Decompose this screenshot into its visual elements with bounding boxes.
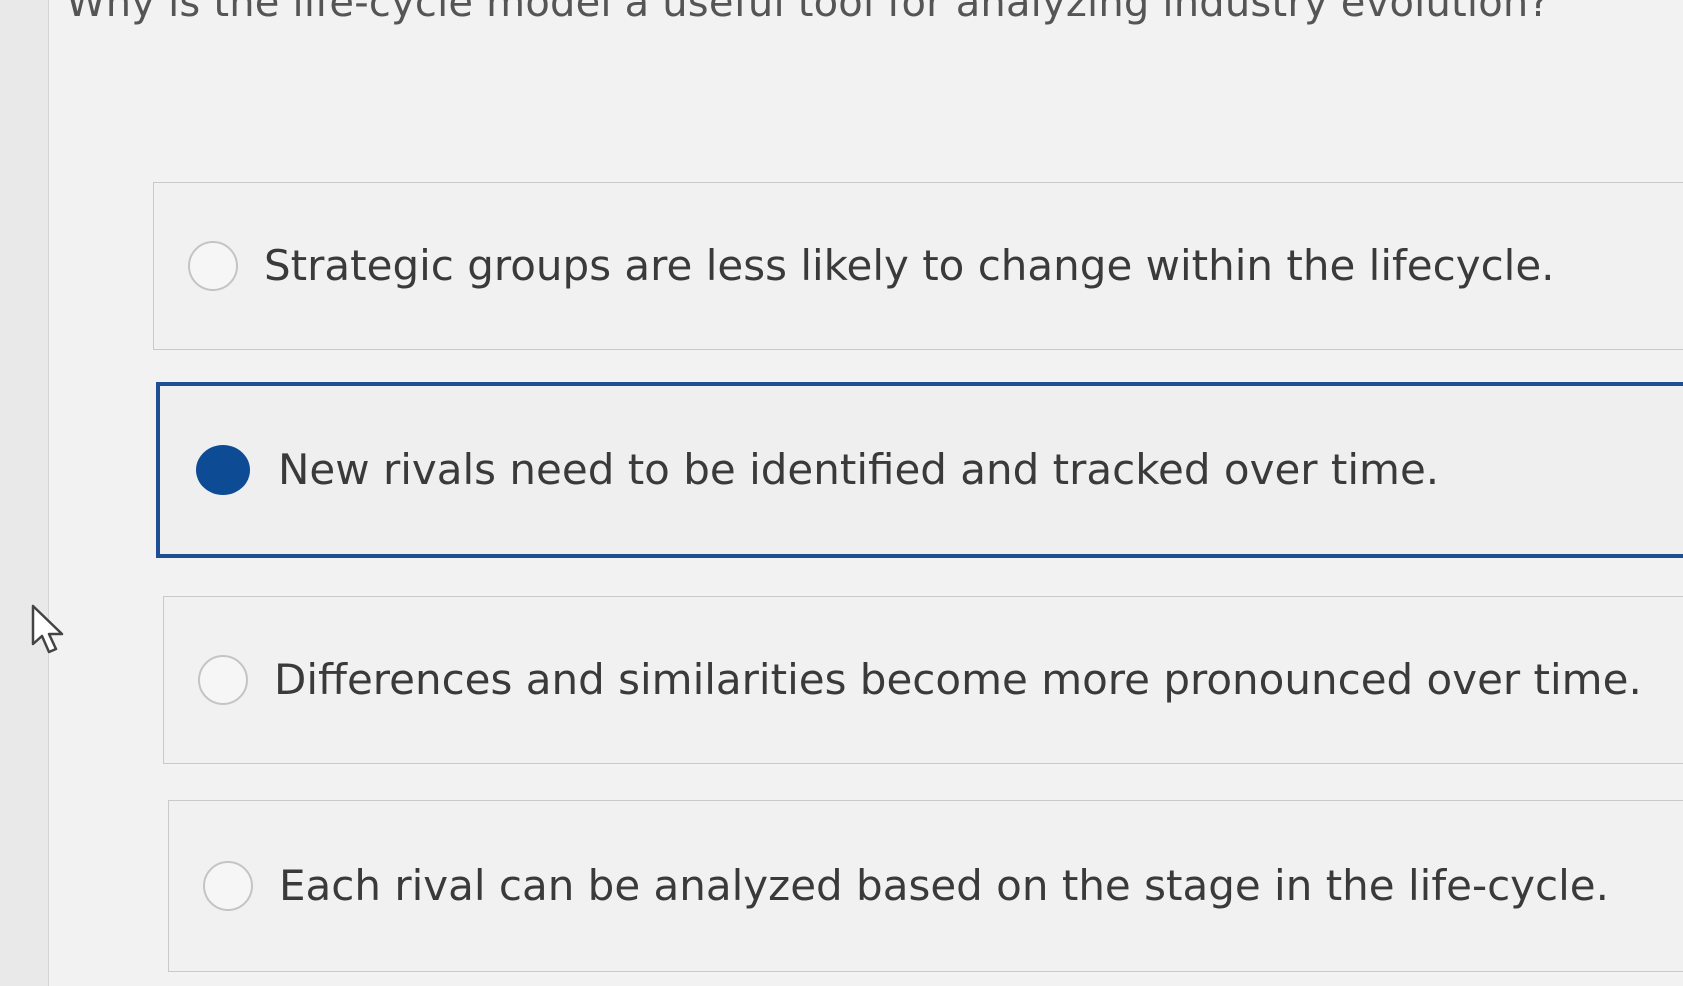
- answer-option-1[interactable]: Strategic groups are less likely to chan…: [153, 182, 1683, 350]
- answer-option-label: New rivals need to be identified and tra…: [278, 445, 1440, 494]
- radio-button-unchecked[interactable]: [198, 655, 248, 705]
- mouse-pointer-icon: [31, 604, 64, 654]
- answer-option-label: Differences and similarities become more…: [274, 655, 1642, 704]
- radio-button-unchecked[interactable]: [188, 241, 238, 291]
- left-margin: [0, 0, 48, 986]
- radio-button-checked[interactable]: [196, 445, 250, 495]
- question-text: Why is the life-cycle model a useful too…: [66, 0, 1550, 26]
- radio-button-unchecked[interactable]: [203, 861, 253, 911]
- answer-option-3[interactable]: Differences and similarities become more…: [163, 596, 1683, 764]
- answer-option-4[interactable]: Each rival can be analyzed based on the …: [168, 800, 1683, 972]
- answer-option-label: Each rival can be analyzed based on the …: [279, 861, 1609, 910]
- answer-option-2[interactable]: New rivals need to be identified and tra…: [156, 382, 1683, 558]
- answer-option-label: Strategic groups are less likely to chan…: [264, 241, 1555, 290]
